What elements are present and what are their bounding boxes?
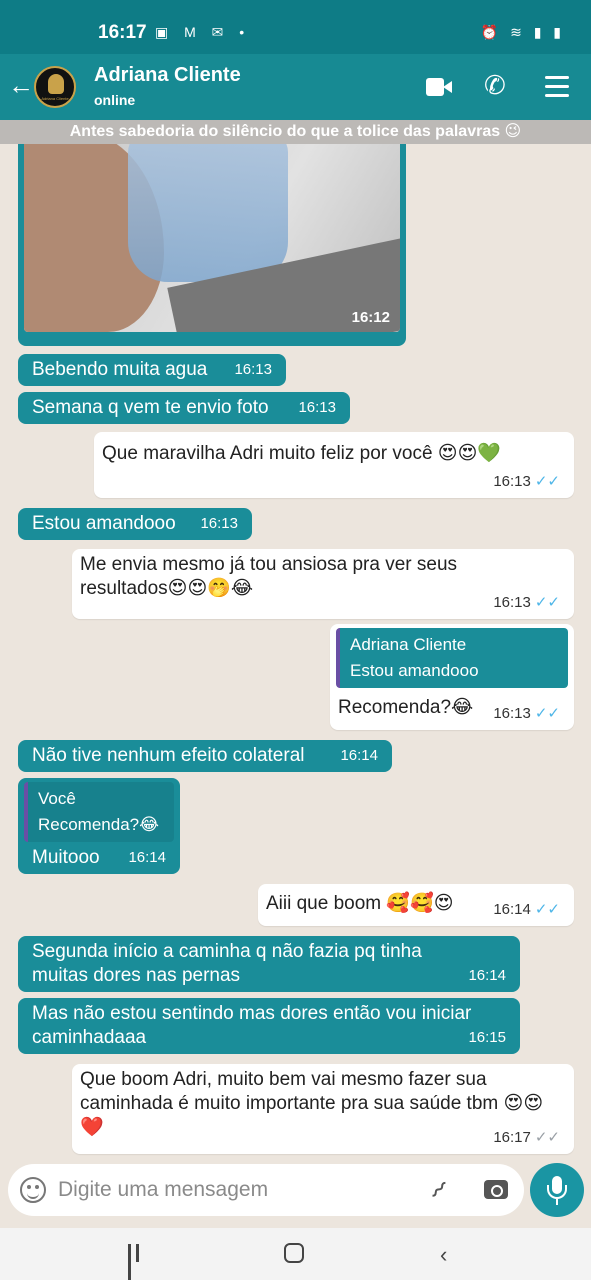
read-receipt-icon: ✓✓ xyxy=(534,473,560,490)
message-text: Me envia mesmo já tou ansiosa pra ver se… xyxy=(80,554,458,599)
message-time: 16:13 xyxy=(298,399,336,416)
message-photo[interactable]: 16:12 xyxy=(24,144,400,332)
avatar-figure xyxy=(48,74,64,94)
message-time: 16:13 xyxy=(493,594,531,611)
message-bubble-incoming[interactable]: Estou amandooo 16:13 xyxy=(18,508,252,540)
voice-call-icon[interactable]: ✆ xyxy=(484,72,506,98)
recent-apps-icon[interactable] xyxy=(128,1244,148,1280)
status-bar: 16:17 ▣ M ✉ • ⏰ ≋ ▮ ▮ xyxy=(0,0,591,54)
video-call-icon[interactable] xyxy=(426,78,452,96)
message-input[interactable]: Digite uma mensagem xyxy=(58,1178,268,1202)
read-receipt-icon: ✓✓ xyxy=(534,705,560,722)
delivered-receipt-icon: ✓✓ xyxy=(534,1129,560,1146)
message-time: 16:13 xyxy=(234,361,272,378)
message-bubble-incoming[interactable]: Mas não estou sentindo mas dores então v… xyxy=(18,998,520,1054)
system-nav-bar: ‹ xyxy=(0,1228,591,1280)
avatar-caption: Adriana Cliente xyxy=(41,96,69,101)
message-bubble-incoming[interactable]: Segunda início a caminha q não fazia pq … xyxy=(18,936,520,992)
image-message[interactable]: 16:12 xyxy=(18,144,406,346)
quoted-message[interactable]: Adriana Cliente Estou amandooo xyxy=(336,628,568,688)
chat-header: ← Adriana Cliente Adriana Cliente online… xyxy=(0,54,591,120)
message-time: 16:14 xyxy=(340,747,378,764)
message-bubble-incoming[interactable]: Não tive nenhum efeito colateral 16:14 xyxy=(18,740,392,772)
message-text: Que boom Adri, muito bem vai mesmo fazer… xyxy=(80,1069,544,1138)
mic-button[interactable] xyxy=(530,1163,584,1217)
message-bubble-outgoing[interactable]: Adriana Cliente Estou amandooo Recomenda… xyxy=(330,624,574,730)
status-time: 16:17 xyxy=(98,22,147,43)
system-icons: ⏰ ≋ ▮ ▮ xyxy=(480,24,565,40)
contact-status: online xyxy=(94,92,136,108)
message-composer[interactable]: Digite uma mensagem ⌇ xyxy=(8,1164,524,1216)
avatar[interactable]: Adriana Cliente xyxy=(34,66,76,108)
message-bubble-incoming[interactable]: Bebendo muita agua 16:13 xyxy=(18,354,286,386)
message-bubble-outgoing[interactable]: Que maravilha Adri muito feliz por você … xyxy=(94,432,574,498)
message-time: 16:14 xyxy=(128,849,166,866)
menu-icon[interactable] xyxy=(545,76,569,98)
message-text: Estou amandooo xyxy=(32,513,176,534)
message-text: Segunda início a caminha q não fazia pq … xyxy=(32,941,422,986)
read-receipt-icon: ✓✓ xyxy=(534,901,560,918)
read-receipt-icon: ✓✓ xyxy=(534,594,560,611)
message-time: 16:13 xyxy=(493,473,531,490)
wallpaper-text: Antes sabedoria do silêncio do que a tol… xyxy=(0,120,591,144)
quote-author: Adriana Cliente xyxy=(350,635,467,654)
message-time: 16:14 xyxy=(468,967,506,984)
notification-icons: ▣ M ✉ • xyxy=(155,24,251,40)
attach-icon[interactable]: ⌇ xyxy=(423,1176,452,1205)
message-text: Que maravilha Adri muito feliz por você … xyxy=(102,443,502,464)
message-bubble-incoming[interactable]: Você Recomenda?😂 Muitooo 16:14 xyxy=(18,778,180,874)
message-bubble-outgoing[interactable]: Aiii que boom 🥰🥰😍 16:14 ✓✓ xyxy=(258,884,574,926)
quote-author: Você xyxy=(38,789,76,808)
back-icon[interactable]: ‹ xyxy=(440,1242,447,1268)
contact-name[interactable]: Adriana Cliente xyxy=(94,64,241,87)
message-time: 16:13 xyxy=(493,705,531,722)
emoji-icon[interactable] xyxy=(20,1177,46,1203)
chat-area[interactable]: 16:12 Bebendo muita agua 16:13 Semana q … xyxy=(0,144,591,1160)
message-bubble-outgoing[interactable]: Me envia mesmo já tou ansiosa pra ver se… xyxy=(72,549,574,619)
quoted-message[interactable]: Você Recomenda?😂 xyxy=(24,782,174,842)
quote-text: Recomenda?😂 xyxy=(38,815,159,834)
message-time: 16:12 xyxy=(351,309,390,326)
message-time: 16:13 xyxy=(200,515,238,532)
quote-text: Estou amandooo xyxy=(350,661,479,680)
message-bubble-incoming[interactable]: Semana q vem te envio foto 16:13 xyxy=(18,392,350,424)
camera-icon[interactable] xyxy=(484,1180,508,1199)
message-text: Não tive nenhum efeito colateral xyxy=(32,745,305,766)
message-text: Bebendo muita agua xyxy=(32,359,208,380)
message-time: 16:17 xyxy=(493,1129,531,1146)
message-time: 16:15 xyxy=(468,1029,506,1046)
message-text: Semana q vem te envio foto xyxy=(32,397,269,418)
home-icon[interactable] xyxy=(284,1243,304,1263)
message-bubble-outgoing[interactable]: Que boom Adri, muito bem vai mesmo fazer… xyxy=(72,1064,574,1154)
back-arrow-icon[interactable]: ← xyxy=(8,72,34,98)
message-text: Mas não estou sentindo mas dores então v… xyxy=(32,1003,472,1048)
message-time: 16:14 xyxy=(493,901,531,918)
